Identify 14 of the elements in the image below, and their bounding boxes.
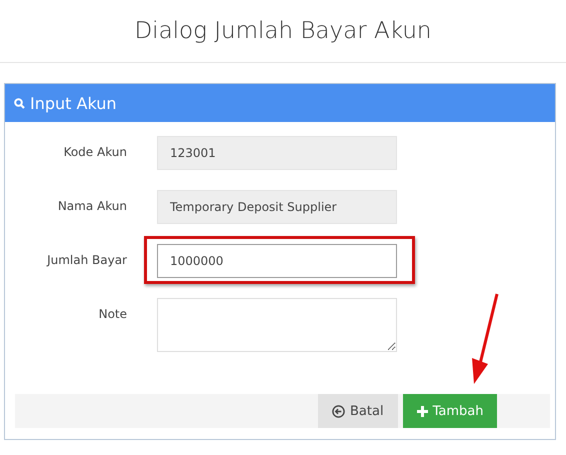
search-icon <box>14 98 25 108</box>
cancel-button[interactable]: Batal <box>318 394 398 428</box>
back-circle-icon <box>332 404 345 418</box>
field-label: Jumlah Bayar <box>46 252 127 267</box>
note-field[interactable] <box>157 298 397 352</box>
input-field[interactable]: Temporary Deposit Supplier <box>157 190 397 224</box>
panel-title: Input Akun <box>30 94 117 112</box>
field-label: Kode Akun <box>62 144 127 159</box>
field-label: Nama Akun <box>56 198 127 213</box>
field-label: Note <box>98 306 127 321</box>
input-field[interactable]: 1000000 <box>157 244 397 278</box>
dialog-title: Dialog Jumlah Bayar Akun <box>134 18 432 44</box>
input-field[interactable]: 123001 <box>157 136 397 170</box>
plus-icon <box>416 406 428 416</box>
